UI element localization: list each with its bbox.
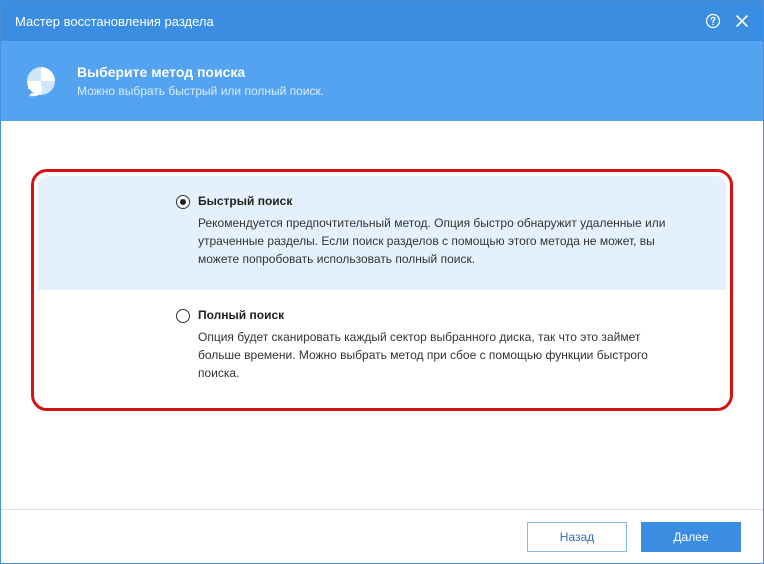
titlebar-actions (705, 13, 749, 29)
options-highlight-frame: Быстрый поиск Рекомендуется предпочтител… (31, 169, 733, 411)
close-icon[interactable] (735, 14, 749, 28)
option-full-desc: Опция будет сканировать каждый сектор вы… (198, 328, 678, 382)
dialog-body: Быстрый поиск Рекомендуется предпочтител… (1, 121, 763, 411)
option-quick-title: Быстрый поиск (198, 194, 702, 208)
option-full-search[interactable]: Полный поиск Опция будет сканировать каж… (38, 290, 726, 404)
header-sub: Можно выбрать быстрый или полный поиск. (77, 84, 324, 98)
footer: Назад Далее (1, 509, 763, 563)
option-quick-search[interactable]: Быстрый поиск Рекомендуется предпочтител… (38, 176, 726, 290)
titlebar: Мастер восстановления раздела (1, 1, 763, 41)
header-text: Выберите метод поиска Можно выбрать быст… (77, 64, 324, 98)
next-button[interactable]: Далее (641, 522, 741, 552)
radio-full-search[interactable] (176, 309, 190, 323)
option-full-title: Полный поиск (198, 308, 702, 322)
window-title: Мастер восстановления раздела (15, 14, 705, 29)
back-button[interactable]: Назад (527, 522, 627, 552)
option-quick-desc: Рекомендуется предпочтительный метод. Оп… (198, 214, 678, 268)
header-heading: Выберите метод поиска (77, 64, 324, 80)
wizard-icon (23, 63, 59, 99)
header-band: Выберите метод поиска Можно выбрать быст… (1, 41, 763, 121)
help-icon[interactable] (705, 13, 721, 29)
dialog-window: Мастер восстановления раздела (0, 0, 764, 564)
radio-quick-search[interactable] (176, 195, 190, 209)
